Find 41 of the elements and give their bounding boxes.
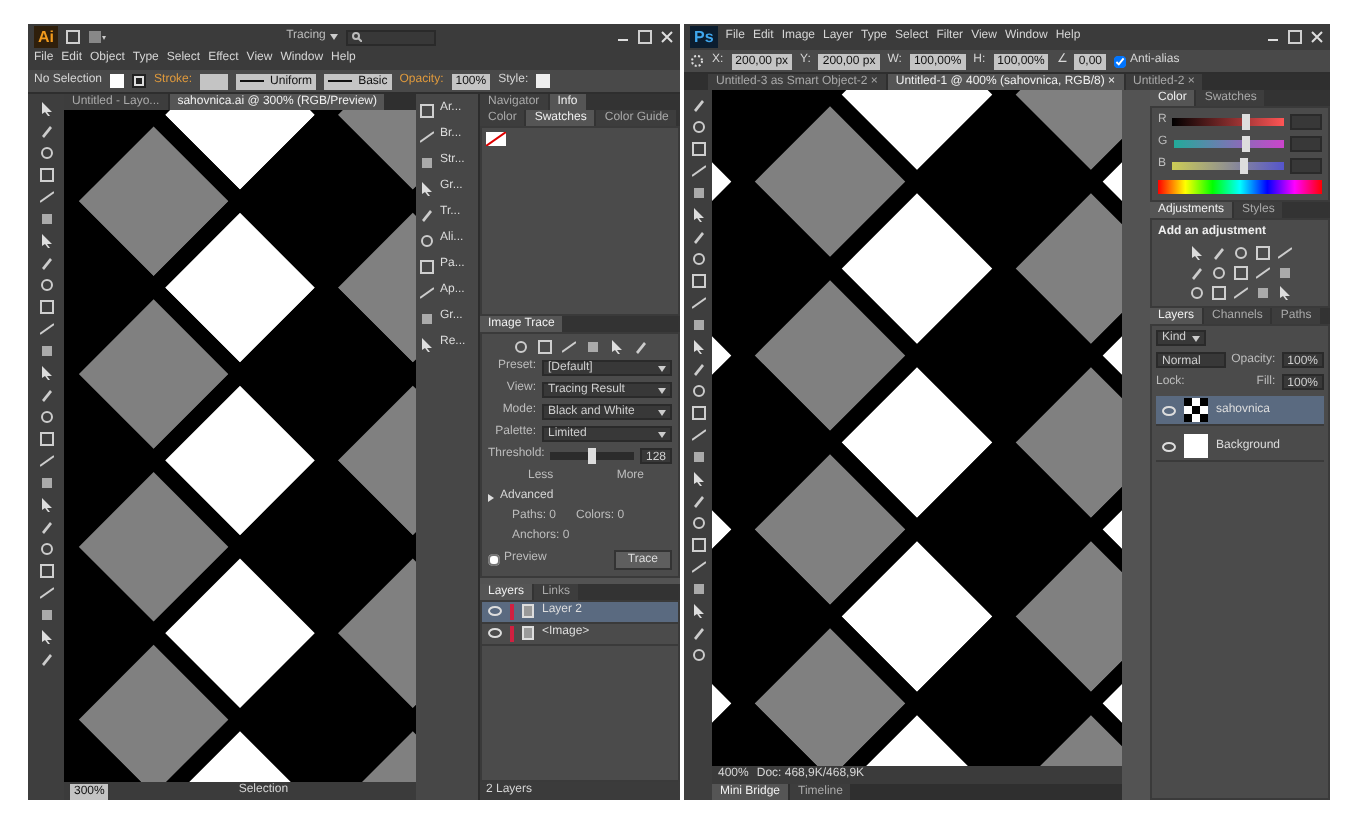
slider-thumb[interactable] xyxy=(1241,136,1250,152)
caret-icon xyxy=(329,34,338,40)
value-field[interactable] xyxy=(1290,136,1322,152)
search-icon xyxy=(351,32,362,42)
anti-alias-checkbox[interactable] xyxy=(1114,55,1127,67)
layer-thumbnail-icon xyxy=(1184,434,1208,459)
slider-thumb[interactable] xyxy=(1240,158,1249,174)
style-swatch-icon[interactable] xyxy=(536,74,551,88)
app-logo: Ai xyxy=(34,26,58,48)
eye-icon[interactable] xyxy=(1162,405,1176,416)
color-slider[interactable] xyxy=(1172,118,1284,126)
slider-thumb[interactable] xyxy=(588,448,597,464)
maximize-icon[interactable] xyxy=(1288,30,1302,44)
color-spectrum[interactable] xyxy=(1158,180,1322,194)
caret-icon xyxy=(658,409,666,415)
value-field[interactable] xyxy=(1290,158,1322,174)
slider-thumb[interactable] xyxy=(1241,114,1250,130)
maximize-icon[interactable] xyxy=(638,30,653,44)
close-icon[interactable] xyxy=(660,30,675,44)
color-slider[interactable] xyxy=(1172,162,1284,170)
disclosure-triangle-icon xyxy=(488,493,494,502)
preview-checkbox[interactable] xyxy=(488,553,500,566)
close-icon[interactable] xyxy=(1310,30,1324,44)
document-icon[interactable] xyxy=(66,30,80,44)
app-logo: Ps xyxy=(690,26,718,48)
caret-icon xyxy=(1192,335,1201,342)
eye-icon[interactable] xyxy=(1162,441,1176,452)
threshold-slider[interactable] xyxy=(550,452,634,460)
none-swatch-icon[interactable] xyxy=(486,132,506,146)
layer-thumbnail-icon xyxy=(1184,398,1208,423)
value-field[interactable] xyxy=(1290,114,1322,130)
caret-icon xyxy=(658,387,666,393)
caret-icon xyxy=(658,365,666,371)
transform-icon[interactable] xyxy=(690,54,704,68)
color-slider[interactable] xyxy=(1173,140,1284,148)
caret-icon xyxy=(658,431,666,437)
stroke-swatch-icon[interactable] xyxy=(132,74,147,88)
fill-swatch-icon[interactable] xyxy=(110,74,125,88)
stroke-weight-field[interactable] xyxy=(200,73,229,89)
search-field[interactable] xyxy=(345,29,436,45)
layout-icon[interactable] xyxy=(88,30,106,44)
